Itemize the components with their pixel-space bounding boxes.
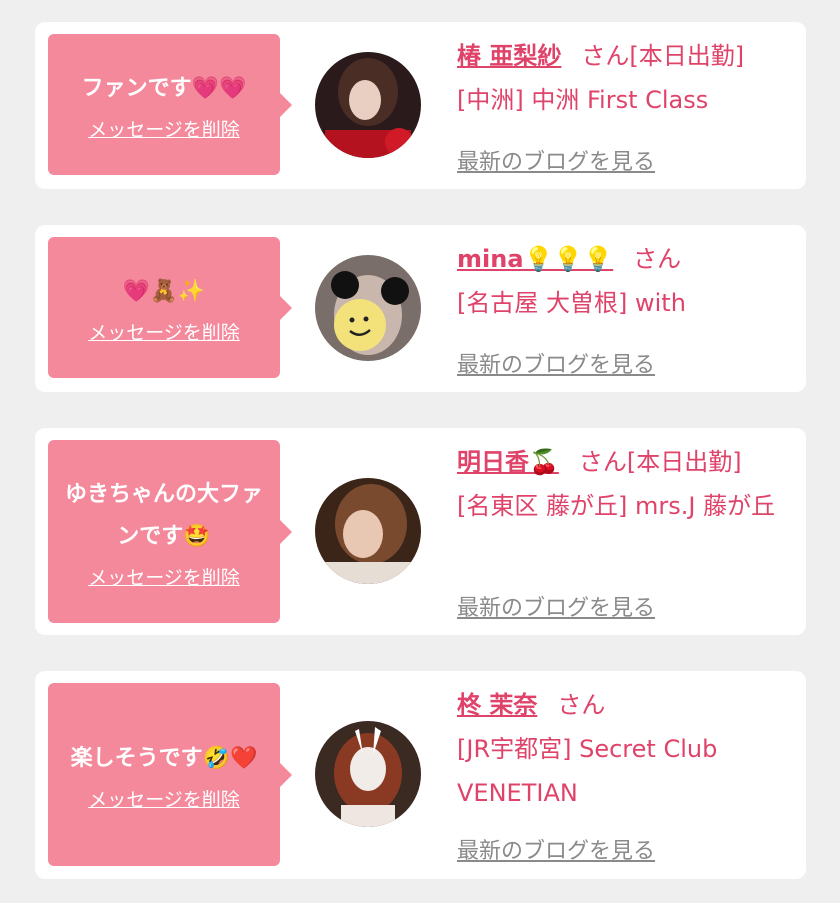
avatar[interactable] <box>315 255 421 361</box>
cast-name-link[interactable]: 柊 茉奈 <box>457 691 537 719</box>
message-bubble: 💗🧸✨ メッセージを削除 <box>48 237 292 378</box>
message-bubble: 楽しそうです🤣❤️ メッセージを削除 <box>48 683 292 866</box>
cast-info: 椿 亜梨紗 さん[本日出勤] [中洲] 中洲 First Class <box>457 34 792 122</box>
delete-message-link[interactable]: メッセージを削除 <box>88 321 240 345</box>
cast-info: mina💡💡💡 さん [名古屋 大曽根] with <box>457 237 792 325</box>
cast-status: さん <box>633 245 682 273</box>
fan-card: 💗🧸✨ メッセージを削除 mina💡💡💡 さん [名古屋 大曽根] with 最新… <box>35 225 806 392</box>
shop-location: [名古屋 大曽根] with <box>457 289 686 317</box>
latest-blog-link[interactable]: 最新のブログを見る <box>457 590 655 622</box>
cast-status: さん[本日出勤] <box>578 448 742 476</box>
delete-message-link[interactable]: メッセージを削除 <box>88 118 240 142</box>
shop-location: [JR宇都宮] Secret Club VENETIAN <box>457 735 718 807</box>
avatar[interactable] <box>315 721 421 827</box>
message-bubble: ファンです💗💗 メッセージを削除 <box>48 34 292 175</box>
cast-status: さん[本日出勤] <box>581 42 745 70</box>
fan-card: ファンです💗💗 メッセージを削除 椿 亜梨紗 さん[本日出勤] [中洲] 中洲 F… <box>35 22 806 189</box>
message-bubble: ゆきちゃんの大ファンです🤩 メッセージを削除 <box>48 440 292 623</box>
delete-message-link[interactable]: メッセージを削除 <box>88 566 240 590</box>
cast-info: 柊 茉奈 さん [JR宇都宮] Secret Club VENETIAN <box>457 683 792 815</box>
cast-name-link[interactable]: mina💡💡💡 <box>457 245 613 273</box>
fan-message: 💗🧸✨ <box>122 278 206 304</box>
fan-card: ゆきちゃんの大ファンです🤩 メッセージを削除 明日香🍒 さん[本日出勤] [名東区… <box>35 428 806 635</box>
latest-blog-link[interactable]: 最新のブログを見る <box>457 833 655 865</box>
shop-location: [中洲] 中洲 First Class <box>457 86 709 114</box>
latest-blog-link[interactable]: 最新のブログを見る <box>457 144 655 176</box>
fan-card: 楽しそうです🤣❤️ メッセージを削除 柊 茉奈 さん [JR宇都宮] Secret… <box>35 671 806 879</box>
fan-message: 楽しそうです🤣❤️ <box>70 745 258 771</box>
cast-name-link[interactable]: 明日香🍒 <box>457 448 559 476</box>
fan-message: ファンです💗💗 <box>81 75 247 101</box>
latest-blog-link[interactable]: 最新のブログを見る <box>457 347 655 379</box>
delete-message-link[interactable]: メッセージを削除 <box>88 788 240 812</box>
fan-message: ゆきちゃんの大ファンです🤩 <box>64 481 263 549</box>
avatar[interactable] <box>315 52 421 158</box>
cast-info: 明日香🍒 さん[本日出勤] [名東区 藤が丘] mrs.J 藤が丘 <box>457 440 792 528</box>
avatar[interactable] <box>315 478 421 584</box>
cast-name-link[interactable]: 椿 亜梨紗 <box>457 42 561 70</box>
cast-status: さん <box>557 691 606 719</box>
shop-location: [名東区 藤が丘] mrs.J 藤が丘 <box>457 492 776 520</box>
